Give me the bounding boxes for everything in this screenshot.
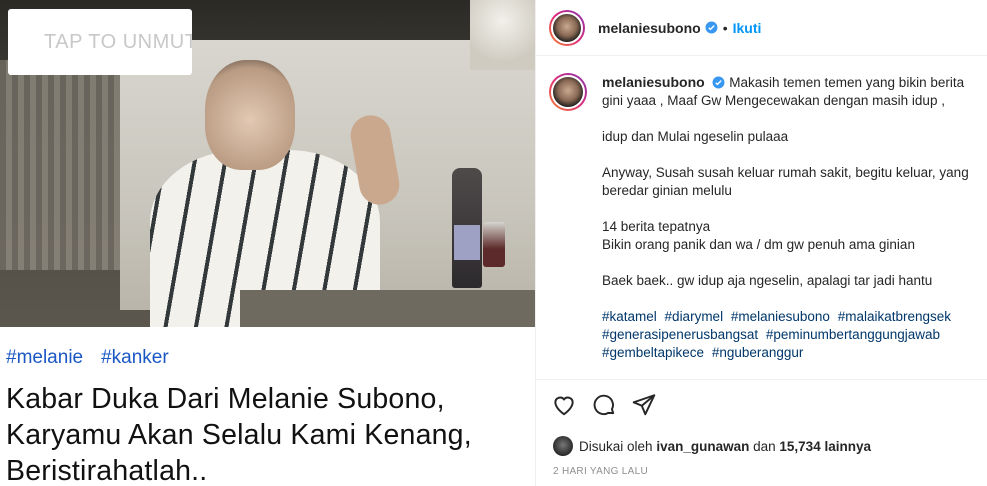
- share-icon[interactable]: [631, 392, 657, 418]
- hashtag-link[interactable]: #peminumbertanggungjawab: [766, 327, 940, 342]
- caption-paragraph: idup dan Mulai ngeselin pulaaa: [602, 129, 789, 144]
- headline-line: Beristirahatlah..: [6, 455, 208, 486]
- verified-icon: [705, 21, 718, 34]
- caption-paragraph: 14 berita tepatnya Bikin orang panik dan…: [602, 219, 915, 252]
- avatar[interactable]: [549, 9, 585, 46]
- post-timestamp[interactable]: 2 HARI YANG LALU: [553, 466, 648, 477]
- headline-line: Karyamu Akan Selalu Kami Kenang,: [6, 419, 472, 451]
- wine-glass: [483, 222, 505, 267]
- hashtag-link[interactable]: #nguberanggur: [712, 345, 804, 360]
- unmute-button[interactable]: TAP TO UNMUTE: [8, 9, 192, 75]
- caption-body: melaniesubono Makasih temen temen yang b…: [602, 73, 987, 362]
- avatar[interactable]: [549, 73, 587, 111]
- caption-hashtags: #katamel #diarymel #melaniesubono #malai…: [602, 308, 987, 362]
- background-shelf: [0, 60, 130, 270]
- hashtag-link[interactable]: #malaikatbrengsek: [838, 309, 951, 324]
- liker-avatar[interactable]: [553, 436, 573, 456]
- post-header: melaniesubono • Ikuti: [536, 0, 987, 56]
- media-tag[interactable]: #kanker: [101, 347, 169, 369]
- caption-paragraph: melaniesubono Makasih temen temen yang b…: [602, 73, 987, 110]
- background-lamp: [470, 0, 535, 70]
- video-player[interactable]: TAP TO UNMUTE: [0, 0, 535, 327]
- header-username[interactable]: melaniesubono: [598, 20, 701, 36]
- follow-button[interactable]: Ikuti: [733, 20, 762, 36]
- video-subject: [150, 60, 403, 327]
- hashtag-link[interactable]: #gembeltapikece: [602, 345, 704, 360]
- hashtag-link[interactable]: #melaniesubono: [731, 309, 830, 324]
- post-caption-area: melaniesubono Makasih temen temen yang b…: [536, 57, 987, 378]
- comment-icon[interactable]: [591, 392, 617, 418]
- likes-summary: Disukai oleh ivan_gunawan dan 15,734 lai…: [553, 436, 871, 456]
- header-separator: •: [722, 19, 728, 36]
- likes-middle: dan: [753, 438, 776, 454]
- heart-icon[interactable]: [551, 392, 577, 418]
- caption-paragraph: Anyway, Susah susah keluar rumah sakit, …: [602, 165, 969, 198]
- media-tag[interactable]: #melanie: [6, 347, 83, 369]
- headline-line: Kabar Duka Dari Melanie Subono,: [6, 383, 445, 415]
- post-sidebar: melaniesubono • Ikuti melaniesubono Maka…: [535, 0, 987, 486]
- likes-prefix: Disukai oleh: [579, 438, 653, 454]
- hashtag-link[interactable]: #generasipenerusbangsat: [602, 327, 758, 342]
- caption-username[interactable]: melaniesubono: [602, 74, 705, 90]
- background-table: [240, 290, 535, 327]
- media-panel: TAP TO UNMUTE #melanie #kanker Kabar Duk…: [0, 0, 535, 486]
- liker-username[interactable]: ivan_gunawan: [656, 439, 749, 454]
- subject-head: [205, 60, 295, 170]
- media-tags: #melanie #kanker: [6, 347, 535, 369]
- hashtag-link[interactable]: #diarymel: [665, 309, 724, 324]
- post-caption: melaniesubono Makasih temen temen yang b…: [549, 73, 987, 362]
- bottle-label: [454, 225, 480, 260]
- caption-paragraph: Baek baek.. gw idup aja ngeselin, apalag…: [602, 273, 933, 288]
- media-headline: Kabar Duka Dari Melanie Subono, Karyamu …: [6, 381, 535, 486]
- media-caption: #melanie #kanker Kabar Duka Dari Melanie…: [0, 327, 535, 486]
- post-actions: [536, 379, 987, 418]
- verified-icon: [712, 76, 725, 89]
- hashtag-link[interactable]: #katamel: [602, 309, 657, 324]
- tap-to-unmute-label: TAP TO UNMUTE: [44, 30, 192, 53]
- likes-count[interactable]: 15,734 lainnya: [779, 439, 871, 454]
